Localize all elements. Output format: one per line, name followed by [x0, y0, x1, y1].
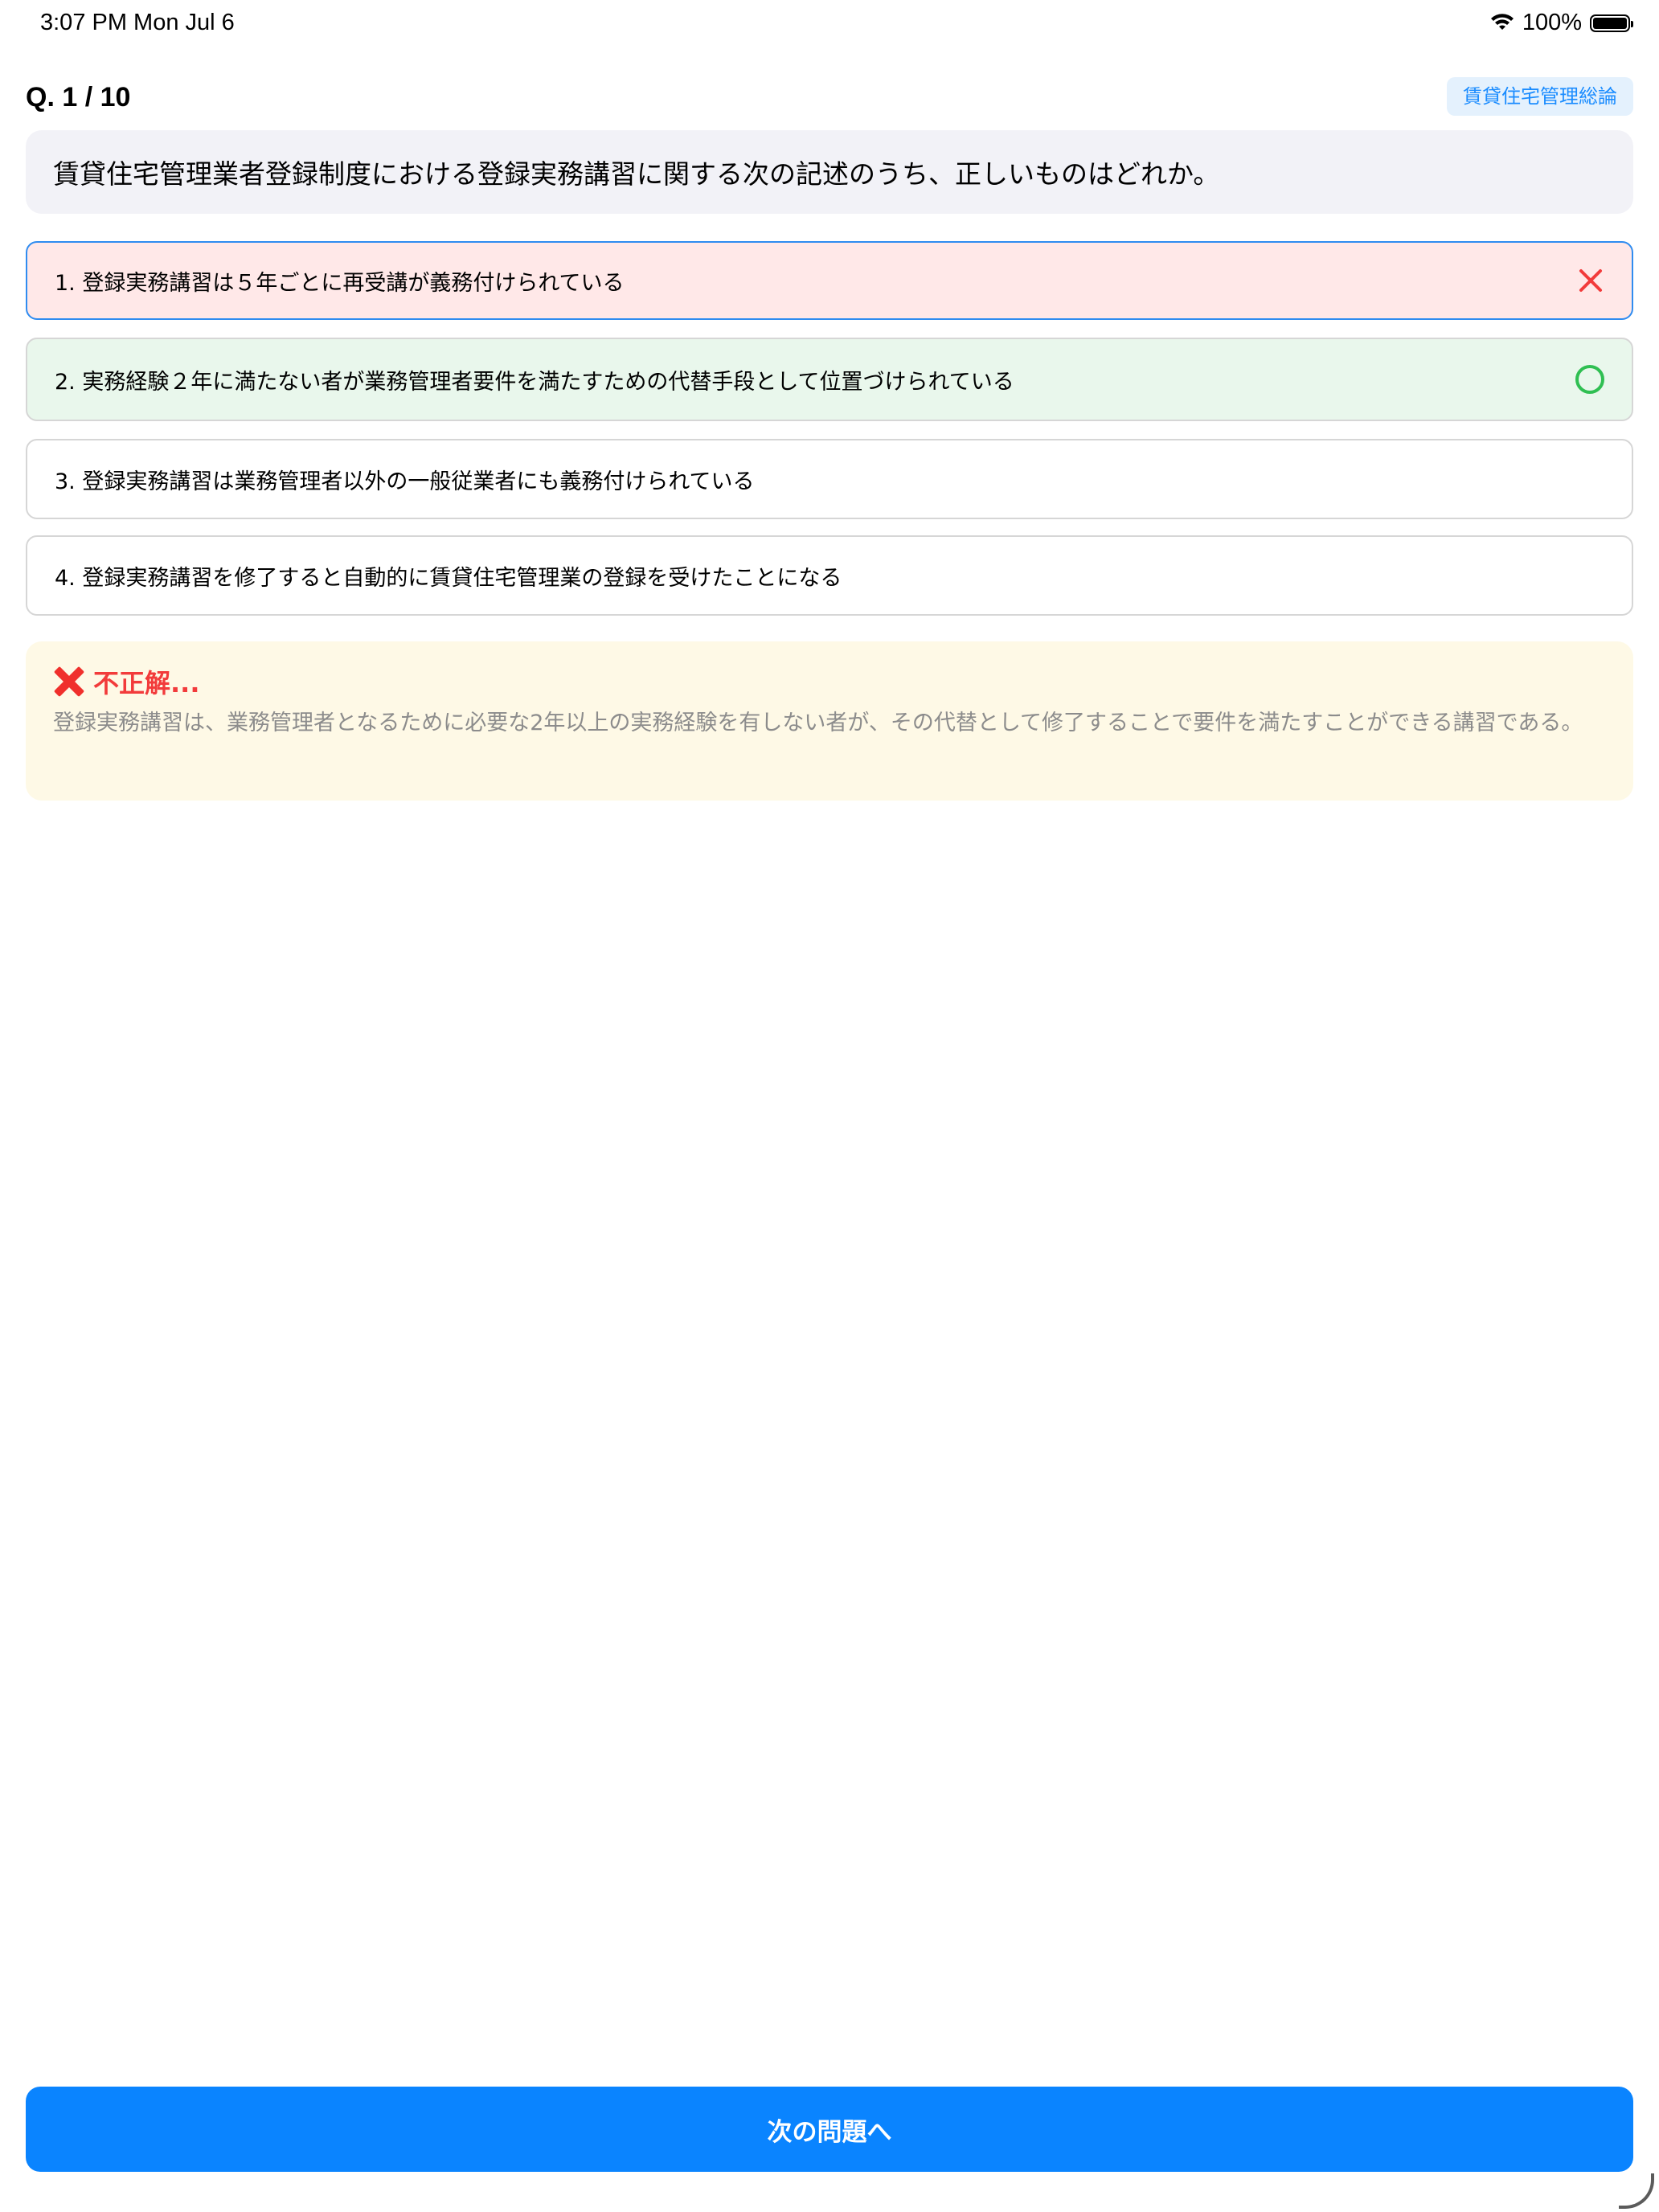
feedback-panel: 不正解... 登録実務講習は、業務管理者となるために必要な2年以上の実務経験を有… — [26, 641, 1633, 801]
choice-label: 3. 登録実務講習は業務管理者以外の一般従業者にも義務付けられている — [55, 469, 755, 494]
choice-4[interactable]: 4. 登録実務講習を修了すると自動的に賃貸住宅管理業の登録を受けたことになる — [26, 535, 1633, 616]
status-indicators: 100% — [1490, 10, 1633, 36]
choice-label: 2. 実務経験２年に満たない者が業務管理者要件を満たすための代替手段として位置づ… — [55, 369, 1014, 395]
corner-indicator-icon — [1619, 2173, 1654, 2209]
status-time: 3:07 PM Mon Jul 6 — [40, 10, 235, 35]
choice-1[interactable]: 1. 登録実務講習は５年ごとに再受講が義務付けられている — [26, 241, 1633, 320]
question-card: 賃貸住宅管理業者登録制度における登録実務講習に関する次の記述のうち、正しいものは… — [26, 130, 1633, 214]
choice-label: 4. 登録実務講習を修了すると自動的に賃貸住宅管理業の登録を受けたことになる — [55, 565, 842, 591]
wifi-icon — [1490, 13, 1514, 30]
choice-3[interactable]: 3. 登録実務講習は業務管理者以外の一般従業者にも義務付けられている — [26, 439, 1633, 519]
choice-2[interactable]: 2. 実務経験２年に満たない者が業務管理者要件を満たすための代替手段として位置づ… — [26, 338, 1633, 421]
category-badge: 賃貸住宅管理総論 — [1447, 77, 1633, 116]
incorrect-mark-icon — [1577, 267, 1604, 294]
correct-mark-icon — [1575, 365, 1604, 394]
feedback-title: 不正解... — [53, 664, 1606, 699]
feedback-explanation: 登録実務講習は、業務管理者となるために必要な2年以上の実務経験を有しない者が、そ… — [53, 711, 1583, 735]
quiz-header: Q. 1 / 10 賃貸住宅管理総論 — [26, 77, 1633, 119]
feedback-title-text: 不正解... — [93, 668, 200, 698]
cross-mark-icon — [53, 666, 85, 698]
question-counter: Q. 1 / 10 — [26, 82, 131, 113]
status-bar: 3:07 PM Mon Jul 6 100% — [0, 0, 1659, 51]
question-text: 賃貸住宅管理業者登録制度における登録実務講習に関する次の記述のうち、正しいものは… — [53, 158, 1220, 190]
next-question-button[interactable]: 次の問題へ — [26, 2087, 1633, 2172]
battery-percent: 100% — [1522, 10, 1582, 35]
battery-icon — [1590, 14, 1633, 32]
choice-label: 1. 登録実務講習は５年ごとに再受講が義務付けられている — [55, 270, 625, 296]
